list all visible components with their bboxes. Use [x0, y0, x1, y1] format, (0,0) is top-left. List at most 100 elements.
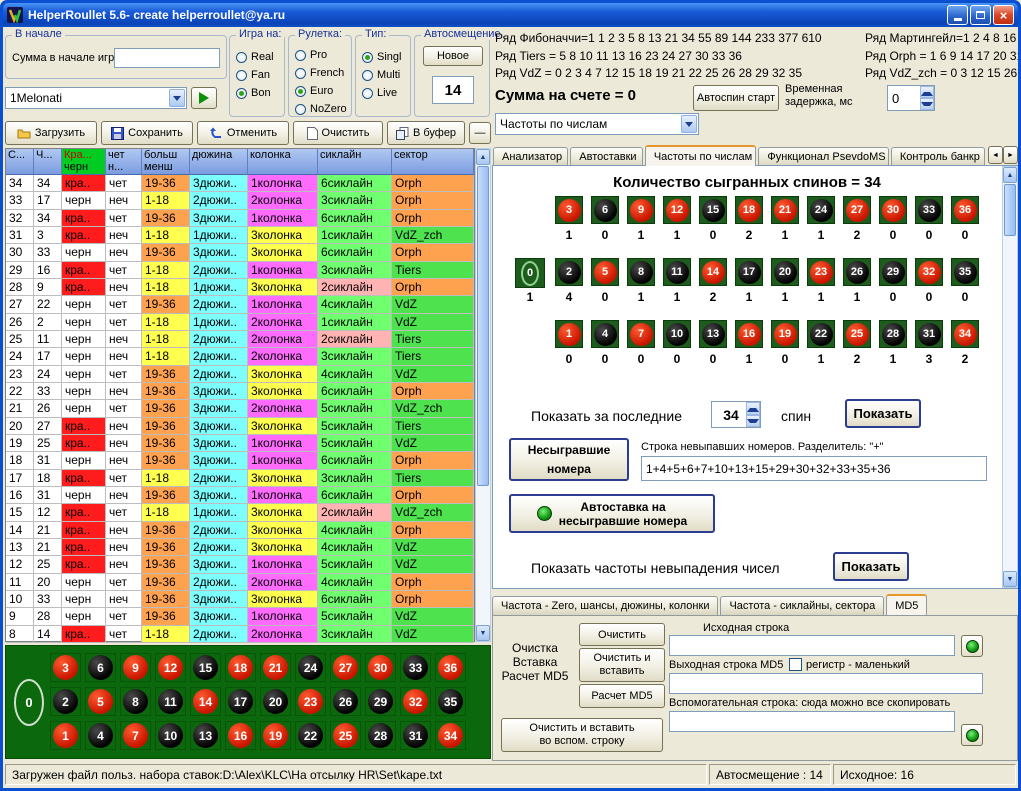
table-row[interactable]: 1120чернчет19-362дюжи..2колонка4сиклайнO…: [6, 574, 474, 591]
number-cell-32[interactable]: 32: [915, 258, 943, 286]
show-button[interactable]: Показать: [845, 399, 921, 428]
board-number-24[interactable]: 24: [295, 653, 326, 682]
board-number-4[interactable]: 4: [85, 721, 116, 750]
number-cell-7[interactable]: 7: [627, 320, 655, 348]
chevron-down-icon[interactable]: [169, 89, 185, 107]
tab-1[interactable]: Автоставки: [570, 147, 643, 166]
show-missing-button[interactable]: Показать: [833, 552, 909, 581]
md5-register-option[interactable]: регистр - маленький: [789, 658, 910, 671]
board-number-2[interactable]: 2: [50, 687, 81, 716]
minimize-button[interactable]: [947, 5, 968, 25]
table-row[interactable]: 1718кра..чет1-182дюжи..3колонка3сиклайнT…: [6, 470, 474, 487]
scroll-thumb[interactable]: [477, 166, 489, 486]
number-cell-33[interactable]: 33: [915, 196, 943, 224]
minus-button[interactable]: —: [469, 122, 491, 144]
board-number-8[interactable]: 8: [120, 687, 151, 716]
table-row[interactable]: 262чернчет1-181дюжи..2колонка1сиклайнVdZ: [6, 314, 474, 331]
number-cell-5[interactable]: 5: [591, 258, 619, 286]
number-cell-18[interactable]: 18: [735, 196, 763, 224]
table-row[interactable]: 3234кра..чет19-363дюжи..1колонка6сиклайн…: [6, 210, 474, 227]
radio-option-pro[interactable]: Pro: [295, 46, 351, 64]
board-number-12[interactable]: 12: [155, 653, 186, 682]
number-cell-3[interactable]: 3: [555, 196, 583, 224]
column-header[interactable]: сектор: [392, 149, 474, 175]
tab-2[interactable]: Частоты по числам: [645, 145, 757, 166]
load-button[interactable]: Загрузить: [5, 121, 97, 145]
number-cell-25[interactable]: 25: [843, 320, 871, 348]
number-cell-6[interactable]: 6: [591, 196, 619, 224]
radio-option-fan[interactable]: Fan: [236, 66, 284, 84]
table-row[interactable]: 3434кра..чет19-363дюжи..1колонка6сиклайн…: [6, 175, 474, 192]
table-row[interactable]: 2916кра..чет1-182дюжи..1колонка3сиклайнT…: [6, 262, 474, 279]
board-number-11[interactable]: 11: [155, 687, 186, 716]
board-number-15[interactable]: 15: [190, 653, 221, 682]
number-cell-22[interactable]: 22: [807, 320, 835, 348]
start-sum-input[interactable]: [114, 48, 220, 68]
number-cell-1[interactable]: 1: [555, 320, 583, 348]
number-cell-13[interactable]: 13: [699, 320, 727, 348]
bottom-tab-0[interactable]: Частота - Zero, шансы, дюжины, колонки: [492, 596, 718, 615]
board-number-18[interactable]: 18: [225, 653, 256, 682]
tab-4[interactable]: Контроль банкр: [891, 147, 985, 166]
board-number-5[interactable]: 5: [85, 687, 116, 716]
panel-scrollbar[interactable]: ▲ ▼: [1002, 166, 1018, 588]
number-cell-9[interactable]: 9: [627, 196, 655, 224]
table-row[interactable]: 2722чернчет19-362дюжи..1колонка4сиклайнV…: [6, 296, 474, 313]
number-cell-0[interactable]: 0: [515, 258, 545, 288]
number-cell-34[interactable]: 34: [951, 320, 979, 348]
md5-aux-input[interactable]: [669, 711, 955, 732]
delay-spinner[interactable]: 0: [887, 85, 935, 111]
tab-3[interactable]: Функционал PsevdoMS: [758, 147, 888, 166]
column-header[interactable]: Ч...: [34, 149, 62, 175]
number-cell-28[interactable]: 28: [879, 320, 907, 348]
board-number-31[interactable]: 31: [400, 721, 431, 750]
table-row[interactable]: 1421кра..неч19-362дюжи..3колонка4сиклайн…: [6, 522, 474, 539]
board-number-3[interactable]: 3: [50, 653, 81, 682]
table-row[interactable]: 2126чернчет19-363дюжи..2колонка5сиклайнV…: [6, 400, 474, 417]
maximize-button[interactable]: [970, 5, 991, 25]
table-row[interactable]: 1033черннеч19-363дюжи..3колонка6сиклайнO…: [6, 591, 474, 608]
radio-option-multi[interactable]: Multi: [362, 66, 410, 84]
column-header[interactable]: Кра...черн: [62, 149, 106, 175]
tab-0[interactable]: Анализатор: [493, 147, 568, 166]
copy-to-buffer-button[interactable]: В буфер: [387, 121, 465, 145]
number-cell-36[interactable]: 36: [951, 196, 979, 224]
md5-clear-paste-button[interactable]: Очистить и вставить: [579, 648, 665, 682]
board-number-33[interactable]: 33: [400, 653, 431, 682]
close-button[interactable]: ×: [993, 5, 1014, 25]
column-header[interactable]: С...: [6, 149, 34, 175]
board-number-36[interactable]: 36: [435, 653, 466, 682]
number-cell-21[interactable]: 21: [771, 196, 799, 224]
number-cell-2[interactable]: 2: [555, 258, 583, 286]
column-header[interactable]: большменш: [142, 149, 190, 175]
number-cell-27[interactable]: 27: [843, 196, 871, 224]
number-cell-31[interactable]: 31: [915, 320, 943, 348]
board-number-32[interactable]: 32: [400, 687, 431, 716]
table-row[interactable]: 1631черннеч19-363дюжи..1колонка6сиклайнO…: [6, 487, 474, 504]
board-number-7[interactable]: 7: [120, 721, 151, 750]
table-row[interactable]: 1321кра..неч19-362дюжи..3колонка4сиклайн…: [6, 539, 474, 556]
number-cell-12[interactable]: 12: [663, 196, 691, 224]
number-cell-14[interactable]: 14: [699, 258, 727, 286]
board-number-6[interactable]: 6: [85, 653, 116, 682]
scroll-thumb[interactable]: [1004, 184, 1016, 236]
spin-up-icon[interactable]: [920, 86, 934, 98]
save-button[interactable]: Сохранить: [101, 121, 193, 145]
chevron-down-icon[interactable]: [681, 115, 697, 133]
table-row[interactable]: 928чернчет19-363дюжи..1колонка5сиклайнVd…: [6, 608, 474, 625]
board-number-28[interactable]: 28: [365, 721, 396, 750]
radio-option-nozero[interactable]: NoZero: [295, 100, 351, 118]
scroll-up-icon[interactable]: ▲: [1003, 167, 1017, 183]
table-row[interactable]: 1925кра..неч19-363дюжи..1колонка5сиклайн…: [6, 435, 474, 452]
board-number-35[interactable]: 35: [435, 687, 466, 716]
md5-output-input[interactable]: [669, 673, 983, 694]
board-number-16[interactable]: 16: [225, 721, 256, 750]
table-row[interactable]: 1512кра..чет1-181дюжи..3колонка2сиклайнV…: [6, 504, 474, 521]
spin-down-icon[interactable]: [920, 98, 934, 110]
table-row[interactable]: 2511черннеч1-182дюжи..2колонка2сиклайнTi…: [6, 331, 474, 348]
md5-clear-paste-aux-button[interactable]: Очистить и вставить во вспом. строку: [501, 718, 663, 752]
tabs-scroll-right-button[interactable]: ►: [1003, 146, 1018, 164]
table-row[interactable]: 289кра..неч1-181дюжи..3колонка2сиклайнOr…: [6, 279, 474, 296]
number-cell-10[interactable]: 10: [663, 320, 691, 348]
play-button[interactable]: [191, 87, 217, 109]
